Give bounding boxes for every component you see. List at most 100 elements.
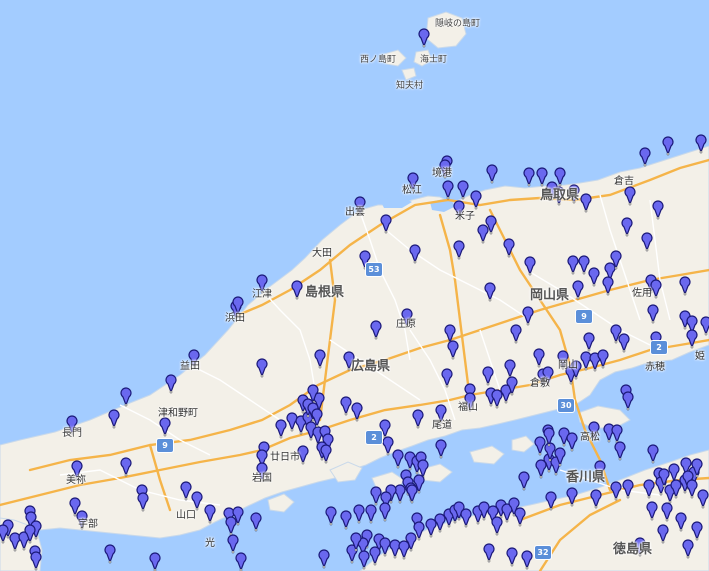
map-marker-pin[interactable] [590,489,602,509]
map-marker-pin[interactable] [486,164,498,184]
map-marker-pin[interactable] [521,550,533,570]
map-marker-pin[interactable] [572,280,584,300]
map-marker-pin[interactable] [477,224,489,244]
map-marker-pin[interactable] [510,324,522,344]
map-marker-pin[interactable] [358,550,370,570]
map-marker-pin[interactable] [695,134,707,154]
map-marker-pin[interactable] [675,512,687,532]
map-marker-pin[interactable] [622,479,634,499]
map-marker-pin[interactable] [580,351,592,371]
map-marker-pin[interactable] [518,471,530,491]
map-marker-pin[interactable] [392,449,404,469]
map-marker-pin[interactable] [614,441,626,461]
map-marker-pin[interactable] [275,419,287,439]
map-marker-pin[interactable] [235,552,247,571]
map-marker-pin[interactable] [682,539,694,559]
map-marker-pin[interactable] [534,436,546,456]
map-marker-pin[interactable] [353,504,365,524]
map-marker-pin[interactable] [412,409,424,429]
map-marker-pin[interactable] [444,324,456,344]
map-marker-pin[interactable] [524,256,536,276]
map-marker-pin[interactable] [567,255,579,275]
map-marker-pin[interactable] [523,167,535,187]
map-marker-pin[interactable] [370,320,382,340]
map-marker-pin[interactable] [227,534,239,554]
map-marker-pin[interactable] [442,180,454,200]
map-marker-pin[interactable] [679,276,691,296]
map-marker-pin[interactable] [470,190,482,210]
map-marker-pin[interactable] [597,349,609,369]
map-marker-pin[interactable] [394,484,406,504]
map-marker-pin[interactable] [484,282,496,302]
map-marker-pin[interactable] [441,368,453,388]
map-marker-pin[interactable] [137,492,149,512]
map-marker-pin[interactable] [149,552,161,571]
map-marker-pin[interactable] [588,267,600,287]
map-marker-pin[interactable] [318,549,330,569]
map-marker-pin[interactable] [652,200,664,220]
map-marker-pin[interactable] [482,366,494,386]
map-marker-pin[interactable] [545,491,557,511]
map-marker-pin[interactable] [554,167,566,187]
map-marker-pin[interactable] [535,459,547,479]
map-marker-pin[interactable] [691,521,703,541]
map-marker-pin[interactable] [514,507,526,527]
map-marker-pin[interactable] [191,491,203,511]
map-marker-pin[interactable] [382,436,394,456]
map-marker-pin[interactable] [406,484,418,504]
map-marker-pin[interactable] [351,402,363,422]
map-marker-pin[interactable] [647,304,659,324]
map-marker-pin[interactable] [380,214,392,234]
map-marker-pin[interactable] [250,512,262,532]
map-marker-pin[interactable] [566,432,578,452]
map-marker-pin[interactable] [639,147,651,167]
map-marker-pin[interactable] [578,255,590,275]
map-marker-pin[interactable] [491,516,503,536]
map-marker-pin[interactable] [180,481,192,501]
map-marker-pin[interactable] [434,513,446,533]
map-marker-pin[interactable] [314,349,326,369]
map-marker-pin[interactable] [650,279,662,299]
map-marker-pin[interactable] [0,524,9,544]
map-marker-pin[interactable] [610,481,622,501]
map-marker-pin[interactable] [647,444,659,464]
map-marker-pin[interactable] [643,479,655,499]
map-marker-pin[interactable] [657,524,669,544]
map-marker-pin[interactable] [256,358,268,378]
map-marker-pin[interactable] [418,28,430,48]
map-marker-pin[interactable] [536,167,548,187]
map-marker-pin[interactable] [204,504,216,524]
map-marker-pin[interactable] [622,391,634,411]
map-marker-pin[interactable] [583,332,595,352]
map-marker-pin[interactable] [697,489,709,509]
map-marker-pin[interactable] [566,487,578,507]
map-marker-pin[interactable] [291,280,303,300]
map-marker-pin[interactable] [483,543,495,563]
map-marker-pin[interactable] [379,537,391,557]
map-marker-pin[interactable] [624,186,636,206]
map-marker-pin[interactable] [602,276,614,296]
map-marker-pin[interactable] [491,389,503,409]
map-marker-pin[interactable] [120,387,132,407]
map-marker-pin[interactable] [504,359,516,379]
map-marker-pin[interactable] [503,238,515,258]
map-marker-pin[interactable] [108,409,120,429]
map-marker-pin[interactable] [369,546,381,566]
map-marker-pin[interactable] [506,547,518,567]
map-marker-pin[interactable] [340,510,352,530]
map-marker-pin[interactable] [409,244,421,264]
map-marker-pin[interactable] [365,504,377,524]
map-canvas[interactable]: 隠岐の島町 西ノ島町 海士町 知夫村 松江 出雲 大田 江津 浜田 益田 津和野… [0,0,709,571]
map-marker-pin[interactable] [120,457,132,477]
map-marker-pin[interactable] [686,479,698,499]
map-marker-pin[interactable] [533,348,545,368]
map-marker-pin[interactable] [641,232,653,252]
map-marker-pin[interactable] [453,240,465,260]
map-marker-pin[interactable] [646,501,658,521]
map-marker-pin[interactable] [700,316,709,336]
map-marker-pin[interactable] [165,374,177,394]
map-marker-pin[interactable] [320,444,332,464]
map-marker-pin[interactable] [30,551,42,571]
map-marker-pin[interactable] [457,180,469,200]
map-marker-pin[interactable] [425,518,437,538]
